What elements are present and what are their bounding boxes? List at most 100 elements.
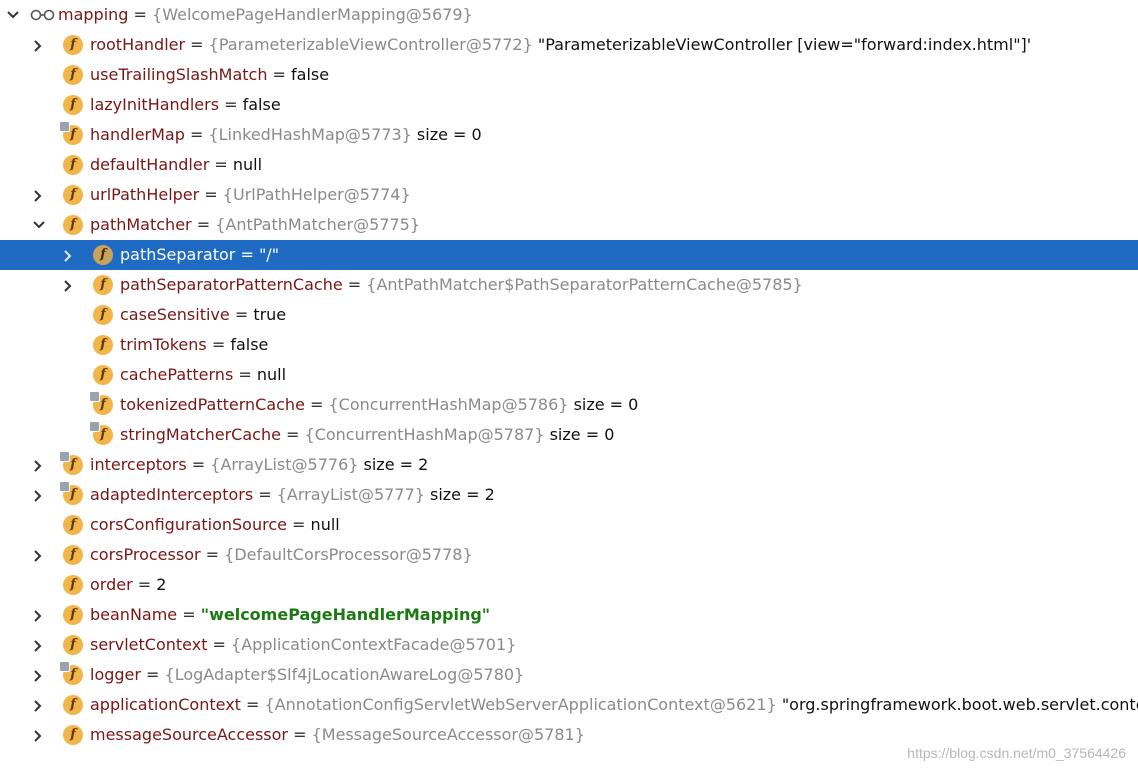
variable-value: true (253, 305, 287, 324)
variable-name: useTrailingSlashMatch (90, 65, 268, 84)
variable-string-value: "welcomePageHandlerMapping" (200, 605, 491, 624)
variable-row-adaptedInterceptors[interactable]: f adaptedInterceptors = {ArrayList@5777} … (0, 480, 1138, 510)
chevron-right-icon[interactable] (26, 450, 50, 480)
variable-row-cachePatterns[interactable]: f cachePatterns = null (0, 360, 1138, 390)
variable-name: messageSourceAccessor (90, 725, 288, 744)
variable-row-handlerMap[interactable]: f handlerMap = {LinkedHashMap@5773} size … (0, 120, 1138, 150)
chevron-right-icon[interactable] (56, 240, 80, 270)
variable-ref: {UrlPathHelper@5774} (222, 185, 411, 204)
lock-badge-icon (89, 421, 100, 432)
variable-label: logger = {LogAdapter$Slf4jLocationAwareL… (90, 660, 524, 690)
variable-row-pathMatcher[interactable]: f pathMatcher = {AntPathMatcher@5775} (0, 210, 1138, 240)
variable-name: logger (90, 665, 141, 684)
variable-label: servletContext = {ApplicationContextFaca… (90, 630, 516, 660)
chevron-right-icon[interactable] (26, 630, 50, 660)
field-icon: f (63, 155, 83, 175)
variable-name: pathMatcher (90, 215, 192, 234)
variable-row-logger[interactable]: f logger = {LogAdapter$Slf4jLocationAware… (0, 660, 1138, 690)
equals-sign: = (200, 545, 225, 564)
chevron-right-icon[interactable] (26, 180, 50, 210)
field-locked-icon: f (89, 391, 113, 415)
variable-label: pathSeparator = "/" (120, 240, 279, 270)
variable-row-rootHandler[interactable]: f rootHandler = {ParameterizableViewContr… (0, 30, 1138, 60)
variable-ref: {ArrayList@5776} (210, 455, 359, 474)
variable-label: useTrailingSlashMatch = false (90, 60, 329, 90)
variable-name: stringMatcherCache (120, 425, 281, 444)
chevron-right-icon[interactable] (26, 30, 50, 60)
variable-row-urlPathHelper[interactable]: f urlPathHelper = {UrlPathHelper@5774} (0, 180, 1138, 210)
field-icon: f (63, 515, 83, 535)
variable-row-servletContext[interactable]: f servletContext = {ApplicationContextFac… (0, 630, 1138, 660)
watch-root-row[interactable]: mapping = {WelcomePageHandlerMapping@567… (0, 0, 1138, 30)
variable-ref: {LogAdapter$Slf4jLocationAwareLog@5780} (164, 665, 525, 684)
equals-sign: = (185, 35, 209, 54)
variable-value: null (310, 515, 340, 534)
root-label: mapping = {WelcomePageHandlerMapping@567… (58, 5, 473, 24)
lock-badge-icon (89, 391, 100, 402)
field-icon: f (63, 215, 83, 235)
variable-row-defaultHandler[interactable]: f defaultHandler = null (0, 150, 1138, 180)
equals-sign: = (229, 305, 254, 324)
field-icon: f (63, 695, 83, 715)
field-icon: f (63, 725, 83, 745)
variable-name: handlerMap (90, 125, 185, 144)
lock-badge-icon (59, 451, 70, 462)
lock-badge-icon (59, 121, 70, 132)
chevron-right-icon[interactable] (26, 690, 50, 720)
variable-label: interceptors = {ArrayList@5776} size = 2 (90, 450, 428, 480)
chevron-right-icon[interactable] (26, 660, 50, 690)
variable-label: applicationContext = {AnnotationConfigSe… (90, 690, 1138, 720)
variable-name: tokenizedPatternCache (120, 395, 305, 414)
variable-ref: {AntPathMatcher$PathSeparatorPatternCach… (366, 275, 803, 294)
field-icon: f (93, 305, 113, 325)
chevron-right-icon[interactable] (26, 600, 50, 630)
variable-row-useTrailingSlashMatch[interactable]: f useTrailingSlashMatch = false (0, 60, 1138, 90)
variable-ref: {MessageSourceAccessor@5781} (311, 725, 585, 744)
variable-ref: {ConcurrentHashMap@5786} (328, 395, 569, 414)
variable-row-pathSeparatorPatternCache[interactable]: f pathSeparatorPatternCache = {AntPathMat… (0, 270, 1138, 300)
field-icon: f (63, 545, 83, 565)
variables-tree: mapping = {WelcomePageHandlerMapping@567… (0, 0, 1138, 750)
variable-row-applicationContext[interactable]: f applicationContext = {AnnotationConfigS… (0, 690, 1138, 720)
field-icon: f (63, 575, 83, 595)
field-locked-icon: f (89, 421, 113, 445)
variable-ref: {DefaultCorsProcessor@5778} (224, 545, 473, 564)
variable-name: mapping (58, 5, 129, 24)
chevron-right-icon[interactable] (26, 480, 50, 510)
variable-row-caseSensitive[interactable]: f caseSensitive = true (0, 300, 1138, 330)
variable-label: corsProcessor = {DefaultCorsProcessor@57… (90, 540, 473, 570)
variable-extra: size = 2 (363, 455, 429, 474)
variable-row-lazyInitHandlers[interactable]: f lazyInitHandlers = false (0, 90, 1138, 120)
variable-name: adaptedInterceptors (90, 485, 254, 504)
variable-row-beanName[interactable]: f beanName = "welcomePageHandlerMapping" (0, 600, 1138, 630)
variable-value: false (230, 335, 269, 354)
field-icon: f (93, 275, 113, 295)
variable-label: caseSensitive = true (120, 300, 286, 330)
variable-name: defaultHandler (90, 155, 210, 174)
chevron-down-icon[interactable] (26, 210, 50, 240)
variable-label: cachePatterns = null (120, 360, 286, 390)
chevron-down-icon[interactable] (0, 0, 24, 30)
variable-row-pathSeparator[interactable]: f pathSeparator = "/" (0, 240, 1138, 270)
field-locked-icon: f (59, 661, 83, 685)
variable-row-trimTokens[interactable]: f trimTokens = false (0, 330, 1138, 360)
variable-row-tokenizedPatternCache[interactable]: f tokenizedPatternCache = {ConcurrentHash… (0, 390, 1138, 420)
variable-row-interceptors[interactable]: f interceptors = {ArrayList@5776} size = … (0, 450, 1138, 480)
variable-value: false (291, 65, 330, 84)
equals-sign: = (199, 185, 223, 204)
variable-row-corsProcessor[interactable]: f corsProcessor = {DefaultCorsProcessor@5… (0, 540, 1138, 570)
variable-row-order[interactable]: f order = 2 (0, 570, 1138, 600)
variable-row-corsConfigurationSource[interactable]: f corsConfigurationSource = null (0, 510, 1138, 540)
variable-name: corsConfigurationSource (90, 515, 287, 534)
chevron-right-icon[interactable] (26, 720, 50, 750)
field-locked-icon: f (59, 481, 83, 505)
equals-sign: = (267, 65, 292, 84)
equals-sign: = (280, 425, 305, 444)
variable-row-stringMatcherCache[interactable]: f stringMatcherCache = {ConcurrentHashMap… (0, 420, 1138, 450)
chevron-right-icon[interactable] (26, 540, 50, 570)
variable-value: false (242, 95, 281, 114)
equals-sign: = (219, 95, 243, 114)
field-locked-icon: f (59, 121, 83, 145)
equals-sign: = (253, 485, 277, 504)
chevron-right-icon[interactable] (56, 270, 80, 300)
